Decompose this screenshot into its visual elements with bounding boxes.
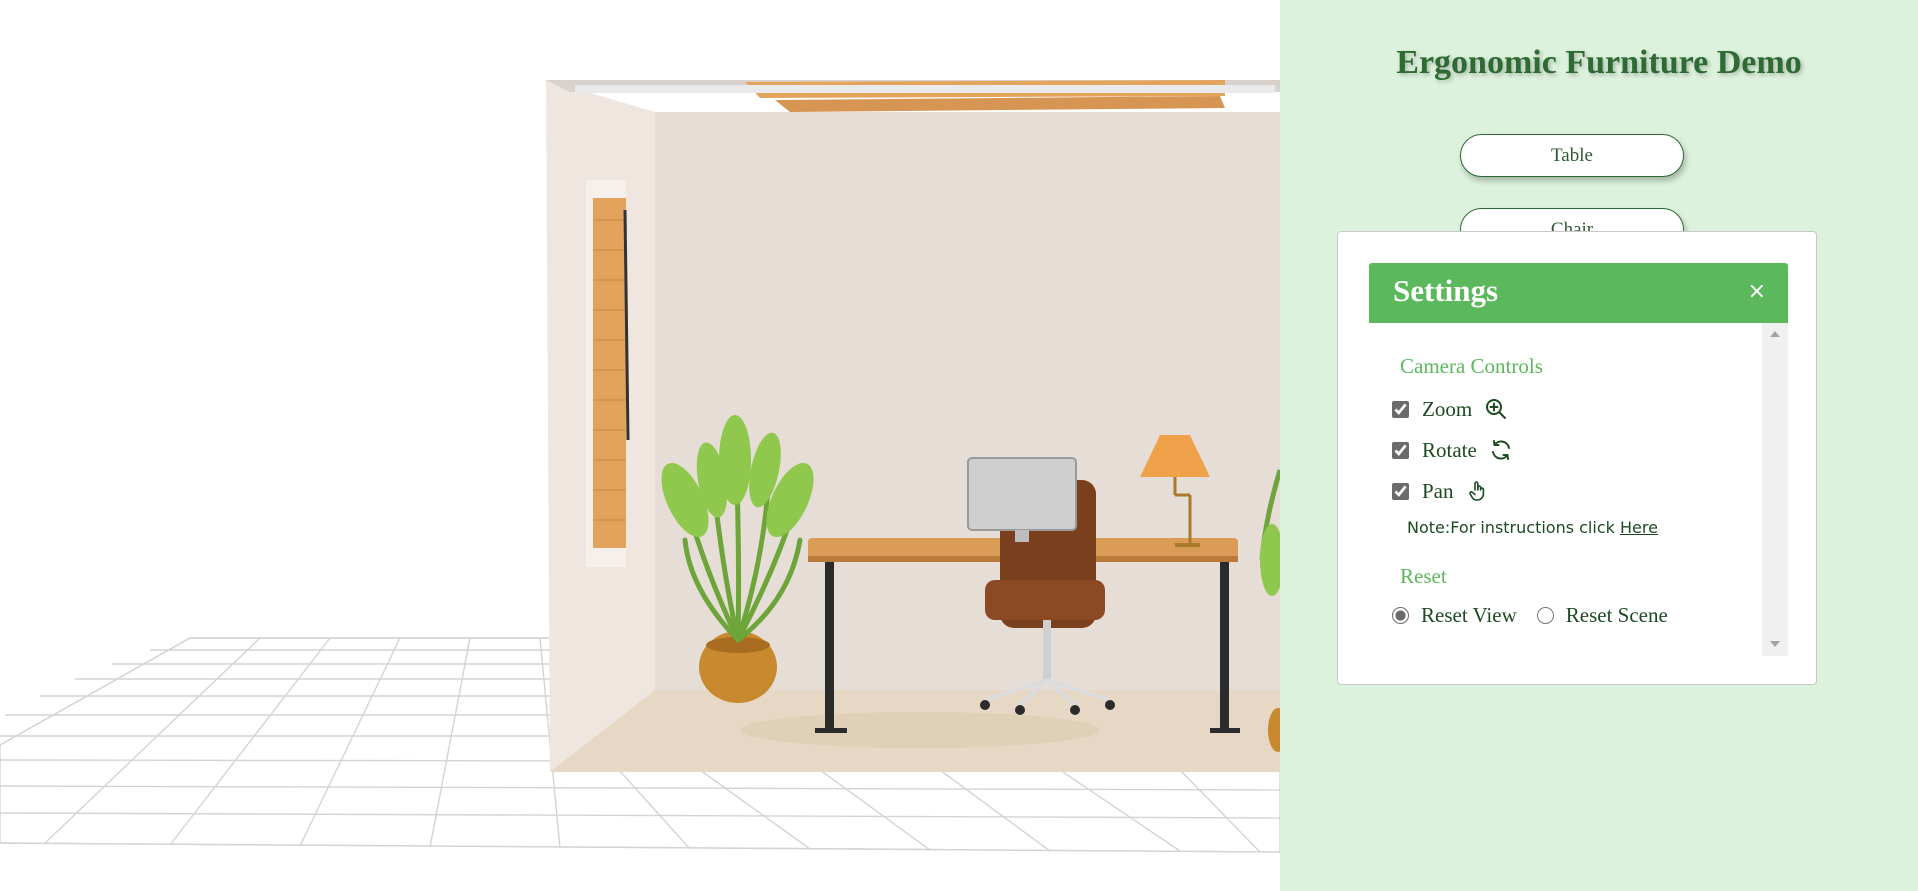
reset-scene-radio[interactable]: [1536, 606, 1554, 624]
zoom-in-icon: [1482, 395, 1510, 423]
pan-checkbox[interactable]: [1392, 482, 1409, 500]
reset-view-label: Reset View: [1421, 602, 1517, 627]
computer-monitor: [967, 457, 1077, 542]
hand-pan-icon: [1464, 477, 1492, 505]
window-blind: [586, 180, 630, 567]
settings-body: Camera Controls Zoom Rotate Pan Note:For…: [1369, 323, 1788, 656]
room-walls: [546, 80, 1280, 772]
instructions-note: Note:For instructions click Here: [1407, 518, 1658, 537]
settings-dialog: Settings × Camera Controls Zoom Rotate P…: [1337, 231, 1817, 685]
instructions-link[interactable]: Here: [1620, 518, 1658, 537]
zoom-label: Zoom: [1422, 396, 1473, 421]
zoom-option: Zoom: [1392, 394, 1510, 424]
pan-label: Pan: [1422, 478, 1454, 503]
app-title: Ergonomic Furniture Demo: [1396, 44, 1802, 81]
reset-view-radio[interactable]: [1392, 606, 1409, 624]
side-panel: Ergonomic Furniture Demo Table Chair Set…: [1280, 0, 1918, 891]
settings-header: Settings ×: [1369, 263, 1788, 323]
scroll-down-arrow-icon[interactable]: [1770, 641, 1780, 647]
note-text: Note:For instructions click: [1407, 518, 1620, 537]
zoom-checkbox[interactable]: [1392, 400, 1409, 418]
reset-heading: Reset: [1400, 564, 1447, 588]
rotate-checkbox[interactable]: [1392, 441, 1409, 459]
ceiling-beams: [546, 80, 1280, 112]
room-scene[interactable]: [0, 0, 1280, 891]
pan-option: Pan: [1392, 476, 1492, 506]
rotate-label: Rotate: [1422, 437, 1477, 462]
scroll-up-arrow-icon[interactable]: [1770, 331, 1780, 337]
settings-title: Settings: [1393, 273, 1499, 308]
3d-viewport[interactable]: [0, 0, 1280, 891]
table-button[interactable]: Table: [1460, 134, 1684, 177]
close-icon[interactable]: ×: [1748, 280, 1766, 304]
camera-controls-heading: Camera Controls: [1400, 354, 1543, 378]
rotate-icon: [1487, 436, 1515, 464]
rotate-option: Rotate: [1392, 435, 1515, 465]
settings-scrollbar[interactable]: [1762, 323, 1788, 656]
reset-options: Reset View Reset Scene: [1392, 600, 1688, 630]
reset-scene-label: Reset Scene: [1565, 602, 1668, 627]
